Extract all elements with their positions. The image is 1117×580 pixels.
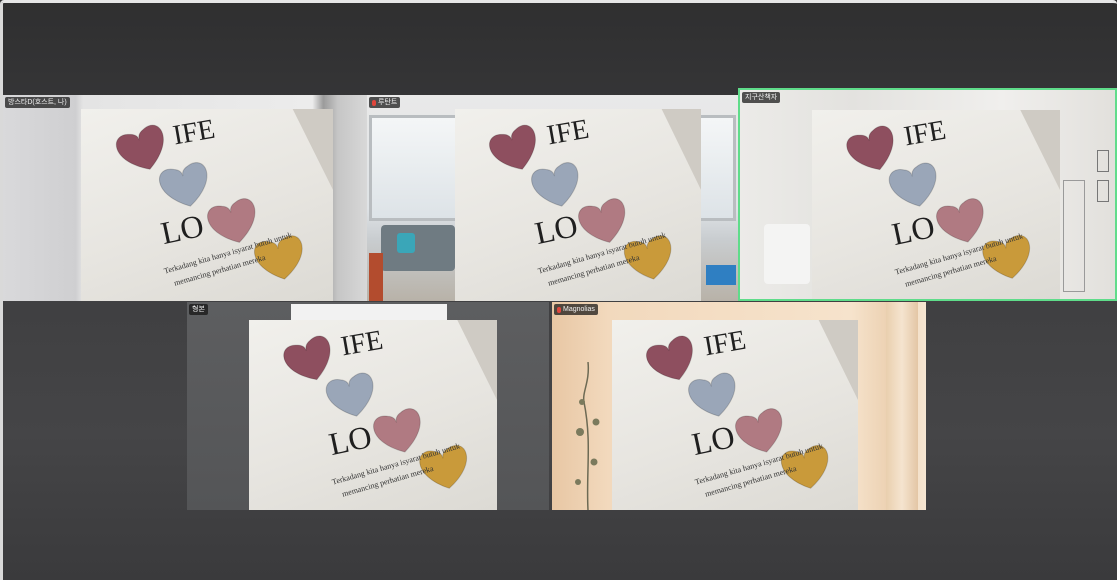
mic-muted-icon [372, 99, 376, 106]
chair [706, 265, 736, 285]
heart-plum-icon [283, 335, 331, 381]
heart-rose-icon [936, 198, 984, 243]
heart-blue-icon [888, 162, 937, 207]
window-edge [291, 304, 447, 320]
heart-blue-icon [688, 372, 736, 417]
mic-muted-icon [557, 306, 561, 313]
participant-name: 형본 [192, 306, 205, 313]
participant-name: 지구산책자 [745, 94, 778, 101]
participant-name-tag: 방스타D(호스트, 나) [5, 97, 70, 108]
shared-poster: IFE LO Terkadang kita hanya isyarat butuh … [455, 109, 701, 301]
heart-rose-icon [735, 408, 783, 453]
heart-plum-icon [646, 335, 693, 381]
plant [570, 361, 606, 510]
video-tile-4[interactable]: 형본 IFE LO Terkadang kita hanya isyarat but… [187, 302, 549, 510]
video-tile-5[interactable]: Magnolias IFE LO Terkadang kita hanya isya… [552, 302, 926, 510]
sofa [381, 225, 455, 271]
heart-blue-icon [531, 162, 579, 207]
heart-blue-icon [325, 372, 374, 417]
heart-plum-icon [115, 124, 164, 170]
participant-name-tag: 루탄트 [369, 97, 401, 108]
frame [1097, 150, 1109, 172]
heart-plum-icon [489, 124, 536, 170]
shared-poster: IFE LO Terkadang kita hanya isyarat butuh … [812, 110, 1060, 299]
chair [764, 224, 810, 284]
heart-rose-icon [373, 408, 421, 453]
participant-name-tag: 지구산책자 [742, 92, 781, 103]
shared-poster: IFE LO Terkadang kita hanya isyarat butuh … [612, 320, 858, 510]
video-tile-1[interactable]: 방스타D(호스트, 나) IFE LO Terkadang kita hanya i… [3, 95, 367, 301]
cushion [397, 233, 415, 253]
participant-name-tag: Magnolias [554, 304, 598, 315]
participant-name: 루탄트 [378, 99, 398, 106]
participant-name-tag: 형본 [189, 304, 208, 315]
shared-poster: IFE LO Terkadang kita hanya isyarat butuh … [81, 109, 333, 301]
frame [1097, 180, 1109, 202]
heart-blue-icon [159, 162, 208, 207]
shelf [1063, 180, 1085, 292]
door-frame [886, 302, 918, 510]
video-tile-3[interactable]: 지구산책자 IFE LO Terkadang kita hanya isyarat … [738, 88, 1117, 301]
shared-poster: IFE LO Terkadang kita hanya isyarat butuh … [249, 320, 497, 510]
participant-name: Magnolias [563, 306, 595, 313]
window [696, 115, 736, 221]
heart-plum-icon [846, 125, 894, 171]
side-table [369, 253, 383, 301]
window [369, 115, 461, 221]
video-tile-2[interactable]: 루탄트 IFE LO Terkadang kita hanya isyarat bu… [367, 95, 738, 301]
participant-name: 방스타D(호스트, 나) [8, 99, 67, 106]
